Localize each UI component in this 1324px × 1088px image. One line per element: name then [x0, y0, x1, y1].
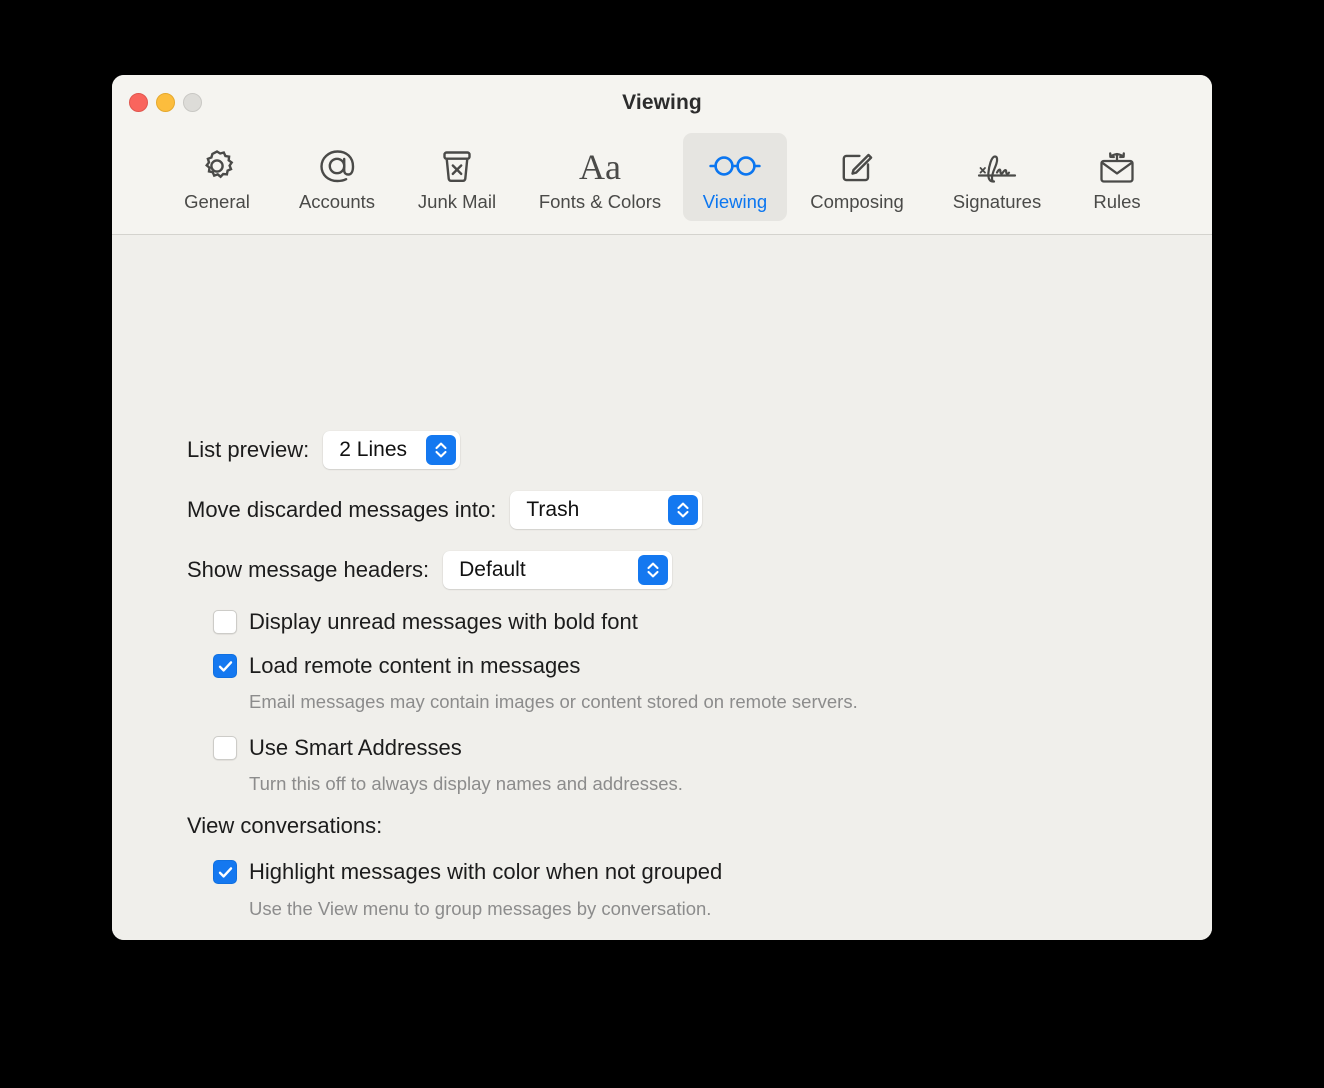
tab-accounts-label: Accounts — [298, 191, 376, 212]
svg-text:Aa: Aa — [579, 147, 621, 187]
checkbox-load-remote[interactable] — [213, 654, 237, 678]
preferences-window: Viewing General Accounts Junk Mail Aa Fo… — [112, 75, 1212, 940]
chevron-updown-icon[interactable] — [426, 435, 457, 465]
helper-load-remote: Email messages may contain images or con… — [249, 691, 858, 712]
tab-fonts-colors-label: Fonts & Colors — [538, 191, 662, 212]
checkbox-row-smart-addresses[interactable]: Use Smart Addresses — [213, 735, 462, 761]
window-title: Viewing — [622, 91, 702, 114]
tab-general[interactable]: General — [157, 133, 277, 221]
tab-fonts-colors[interactable]: Aa Fonts & Colors — [517, 133, 683, 221]
helper-highlight-color: Use the View menu to group messages by c… — [249, 898, 712, 919]
tab-signatures[interactable]: Signatures — [927, 133, 1067, 221]
show-headers-value: Default — [459, 558, 526, 581]
checkbox-highlight-color[interactable] — [213, 860, 237, 884]
gear-icon — [195, 143, 239, 189]
checkbox-load-remote-label: Load remote content in messages — [249, 653, 581, 678]
checkbox-smart-addresses[interactable] — [213, 736, 237, 760]
aa-text-icon: Aa — [569, 143, 631, 189]
trash-x-icon — [435, 143, 479, 189]
list-preview-label: List preview: — [187, 437, 310, 462]
signature-icon — [971, 143, 1023, 189]
checkbox-row-load-remote[interactable]: Load remote content in messages — [213, 653, 580, 679]
viewing-settings-panel: List preview: 2 Lines Move discarded mes… — [112, 235, 1212, 940]
compose-pencil-icon — [835, 143, 879, 189]
tab-junk-mail[interactable]: Junk Mail — [397, 133, 517, 221]
view-conversations-heading: View conversations: — [187, 813, 383, 838]
tab-composing-label: Composing — [810, 191, 904, 212]
tab-viewing-label: Viewing — [702, 191, 768, 212]
chevron-updown-icon[interactable] — [638, 555, 669, 585]
tab-general-label: General — [184, 191, 250, 212]
checkbox-display-unread[interactable] — [213, 610, 237, 634]
show-headers-row: Show message headers: Default — [187, 551, 673, 589]
move-discarded-value: Trash — [526, 498, 580, 521]
tab-signatures-label: Signatures — [952, 191, 1042, 212]
checkbox-smart-addresses-label: Use Smart Addresses — [249, 735, 462, 760]
move-discarded-popup[interactable]: Trash — [510, 491, 703, 529]
move-discarded-row: Move discarded messages into: Trash — [187, 491, 703, 529]
tab-junk-mail-label: Junk Mail — [417, 191, 497, 212]
checkbox-row-highlight-color[interactable]: Highlight messages with color when not g… — [213, 859, 722, 885]
checkbox-row-display-unread[interactable]: Display unread messages with bold font — [213, 609, 638, 635]
checkbox-highlight-color-label: Highlight messages with color when not g… — [249, 859, 723, 884]
tab-composing[interactable]: Composing — [787, 133, 927, 221]
window-titlebar: Viewing — [112, 75, 1212, 130]
tab-accounts[interactable]: Accounts — [277, 133, 397, 221]
tab-rules[interactable]: Rules — [1067, 133, 1167, 221]
list-preview-value: 2 Lines — [339, 438, 407, 461]
tab-rules-label: Rules — [1093, 191, 1141, 212]
at-sign-icon — [314, 143, 360, 189]
preferences-toolbar: General Accounts Junk Mail Aa Fonts & Co… — [112, 130, 1212, 235]
tab-viewing[interactable]: Viewing — [683, 133, 787, 221]
chevron-updown-icon[interactable] — [668, 495, 699, 525]
move-discarded-label: Move discarded messages into: — [187, 497, 497, 522]
envelope-arrows-icon — [1094, 143, 1140, 189]
show-headers-label: Show message headers: — [187, 557, 430, 582]
glasses-icon — [707, 143, 763, 189]
show-headers-popup[interactable]: Default — [443, 551, 673, 589]
checkbox-display-unread-label: Display unread messages with bold font — [249, 609, 638, 634]
list-preview-popup[interactable]: 2 Lines — [323, 431, 461, 469]
list-preview-row: List preview: 2 Lines — [187, 431, 461, 469]
helper-smart-addresses: Turn this off to always display names an… — [249, 773, 683, 794]
